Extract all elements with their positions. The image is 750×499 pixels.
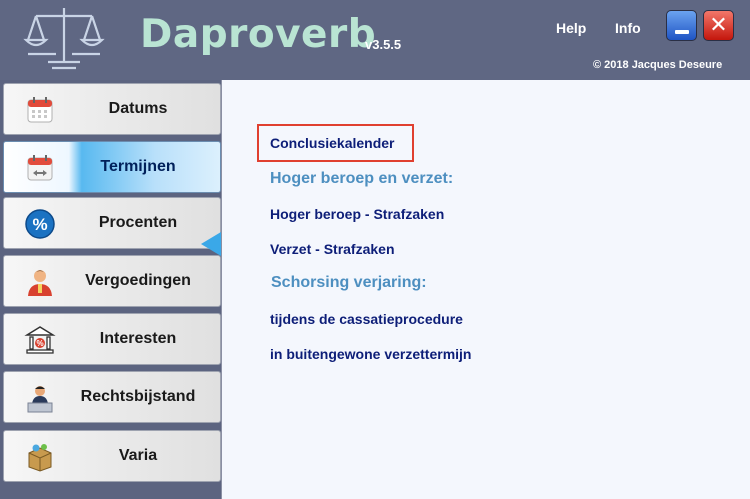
copyright-text: © 2018 Jacques Deseure xyxy=(593,59,723,71)
box-icon xyxy=(28,444,52,472)
sidebar-item-procenten[interactable]: % Procenten xyxy=(3,197,221,249)
bank-icon: % xyxy=(24,326,56,354)
sidebar-item-label: Procenten xyxy=(98,214,178,231)
sidebar-item-label: Varia xyxy=(118,447,158,464)
sidebar-item-interesten[interactable]: % Interesten xyxy=(3,313,221,365)
sidebar-item-label: Vergoedingen xyxy=(85,272,191,289)
verzet-strafzaken-link[interactable]: Verzet - Strafzaken xyxy=(270,241,395,257)
close-icon: ✕ xyxy=(709,13,728,38)
calendar-icon xyxy=(27,97,53,123)
minimize-button[interactable] xyxy=(666,10,697,41)
active-item-pointer xyxy=(201,232,221,256)
app-version: v3.5.5 xyxy=(365,37,402,52)
calendar-arrows-icon xyxy=(27,155,53,181)
scales-of-justice-icon xyxy=(23,8,105,70)
sidebar-item-label: Interesten xyxy=(99,330,177,347)
conclusiekalender-link[interactable]: Conclusiekalender xyxy=(270,135,395,151)
percent-icon: % xyxy=(25,209,55,239)
sidebar-item-varia[interactable]: Varia xyxy=(3,430,221,482)
sidebar-item-rechtsbijstand[interactable]: Rechtsbijstand xyxy=(3,371,221,423)
app-title: Daproverb xyxy=(140,12,377,57)
sidebar-item-label: Termijnen xyxy=(100,158,176,175)
close-button[interactable]: ✕ xyxy=(703,10,734,41)
section-heading-hoger-beroep: Hoger beroep en verzet: xyxy=(270,170,454,187)
sidebar: Datums Termijnen % Procenten Vergoedinge… xyxy=(0,80,221,499)
verzettermijn-link[interactable]: in buitengewone verzettermijn xyxy=(270,346,471,362)
svg-text:%: % xyxy=(32,215,47,234)
section-heading-schorsing: Schorsing verjaring: xyxy=(271,274,427,291)
svg-text:%: % xyxy=(36,339,43,348)
cassatieprocedure-link[interactable]: tijdens de cassatieprocedure xyxy=(270,311,463,327)
sidebar-item-label: Datums xyxy=(108,100,168,117)
sidebar-item-label: Rechtsbijstand xyxy=(80,388,196,405)
sidebar-item-termijnen[interactable]: Termijnen xyxy=(3,141,221,193)
info-link[interactable]: Info xyxy=(615,20,641,36)
lawyer-desk-icon xyxy=(27,386,53,413)
help-link[interactable]: Help xyxy=(556,20,586,36)
hoger-beroep-strafzaken-link[interactable]: Hoger beroep - Strafzaken xyxy=(270,206,444,222)
sidebar-item-datums[interactable]: Datums xyxy=(3,83,221,135)
header-bar: Daproverb v3.5.5 Help Info ✕ © 2018 Jacq… xyxy=(0,0,750,80)
person-icon xyxy=(28,270,52,296)
sidebar-item-vergoedingen[interactable]: Vergoedingen xyxy=(3,255,221,307)
